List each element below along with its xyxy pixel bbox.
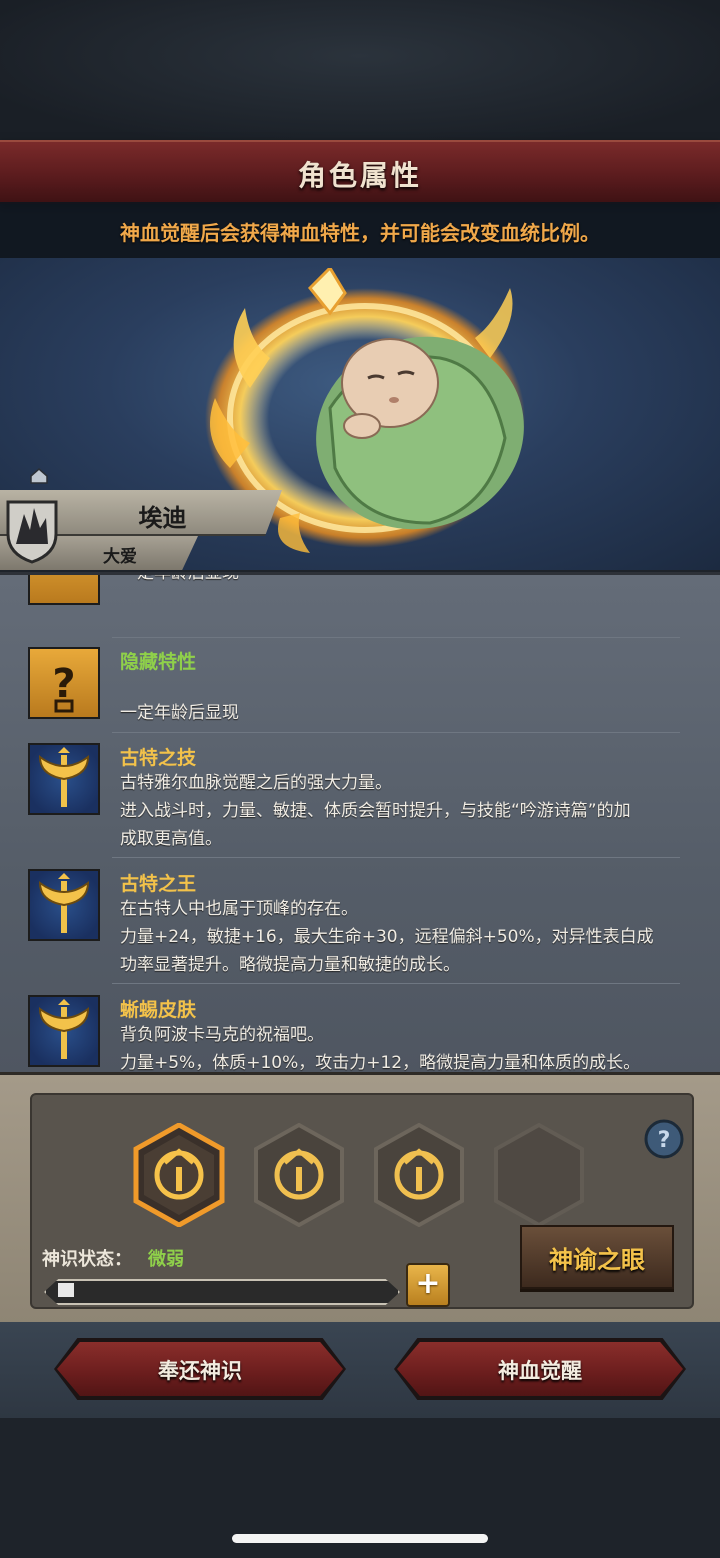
top-background (0, 0, 720, 140)
awaken-inner: ? 神识状态： 微弱 + 神谕之眼 (30, 1093, 694, 1309)
trait-desc-line: 背负阿波卡马克的祝福吧。 (120, 1025, 324, 1045)
return-divine-button[interactable]: 奉还神识 (57, 1342, 343, 1396)
character-name: 埃迪 (138, 504, 187, 532)
baby-character-icon (316, 336, 524, 530)
trait-desc-line: 力量+24，敏捷+16，最大生命+30，远程偏斜+50%，对异性表白成 (120, 927, 654, 947)
traits-list[interactable]: 一定年龄后显现 ? 隐藏特性 一定年龄后显现 古特之技 古特雅尔血脉觉醒之后的强… (0, 572, 720, 1075)
question-icon: ? (28, 647, 100, 719)
divine-slot-selected[interactable] (132, 1123, 226, 1227)
help-icon[interactable]: ? (644, 1119, 684, 1159)
question-icon (28, 575, 100, 605)
divine-progress-fill (58, 1283, 74, 1297)
divine-slot[interactable] (252, 1123, 346, 1227)
divine-slot-empty[interactable] (492, 1123, 586, 1227)
trait-desc: 古特雅尔血脉觉醒之后的强大力量。 进入战斗时，力量、敏捷、体质会暂时提升，与技能… (120, 769, 698, 853)
blood-awaken-button[interactable]: 神血觉醒 (397, 1342, 683, 1396)
trait-desc-line: 成取更高值。 (120, 829, 222, 849)
divider (112, 637, 680, 638)
blood-awaken-label: 神血觉醒 (498, 1359, 582, 1383)
axe-icon (28, 995, 100, 1067)
axe-icon (28, 743, 100, 815)
trait-desc-line: 在古特人中也属于顶峰的存在。 (120, 899, 358, 919)
axe-icon (28, 869, 100, 941)
divider (112, 983, 680, 984)
divine-progress-bar (44, 1279, 400, 1305)
character-title: 大爱 (103, 547, 137, 567)
oracle-eye-label: 神谕之眼 (549, 1246, 645, 1274)
return-divine-label: 奉还神识 (158, 1359, 242, 1383)
subtitle-text: 神血觉醒后会获得神血特性，并可能会改变血统比例。 (120, 221, 600, 245)
awaken-panel: ? 神识状态： 微弱 + 神谕之眼 (0, 1072, 720, 1325)
divine-slot[interactable] (372, 1123, 466, 1227)
trait-name: 古特之王 (120, 873, 197, 895)
trait-desc-line: 古特雅尔血脉觉醒之后的强大力量。 (120, 773, 392, 793)
trait-desc: 在古特人中也属于顶峰的存在。 力量+24，敏捷+16，最大生命+30，远程偏斜+… (120, 895, 698, 979)
trait-desc: 一定年龄后显现 (120, 572, 239, 583)
svg-text:?: ? (658, 1128, 671, 1153)
house-icon (30, 468, 48, 484)
divider (112, 857, 680, 858)
header-banner: 角色属性 (0, 140, 720, 204)
trait-desc: 背负阿波卡马克的祝福吧。 力量+5%，体质+10%，攻击力+12，略微提高力量和… (120, 1021, 698, 1075)
oracle-eye-button[interactable]: 神谕之眼 (520, 1225, 674, 1289)
divine-status-value: 微弱 (148, 1249, 184, 1270)
trait-desc-line: 功率显著提升。略微提高力量和敏捷的成长。 (120, 955, 460, 975)
trait-name: 古特之技 (120, 747, 197, 769)
home-indicator[interactable] (232, 1534, 488, 1543)
page-title: 角色属性 (297, 159, 422, 192)
bottom-action-bar: 奉还神识 神血觉醒 (0, 1322, 720, 1418)
add-divine-button[interactable]: + (406, 1263, 450, 1307)
trait-name: 蜥蜴皮肤 (120, 999, 197, 1021)
subtitle-bar: 神血觉醒后会获得神血特性，并可能会改变血统比例。 (0, 202, 720, 258)
divine-status-label: 神识状态： (42, 1249, 132, 1270)
shield-emblem-icon (6, 500, 58, 564)
trait-desc-line: 进入战斗时，力量、敏捷、体质会暂时提升，与技能“吟游诗篇”的加 (120, 801, 631, 821)
divider (112, 732, 680, 733)
trait-name: 隐藏特性 (120, 651, 197, 673)
trait-desc: 一定年龄后显现 (120, 703, 239, 723)
